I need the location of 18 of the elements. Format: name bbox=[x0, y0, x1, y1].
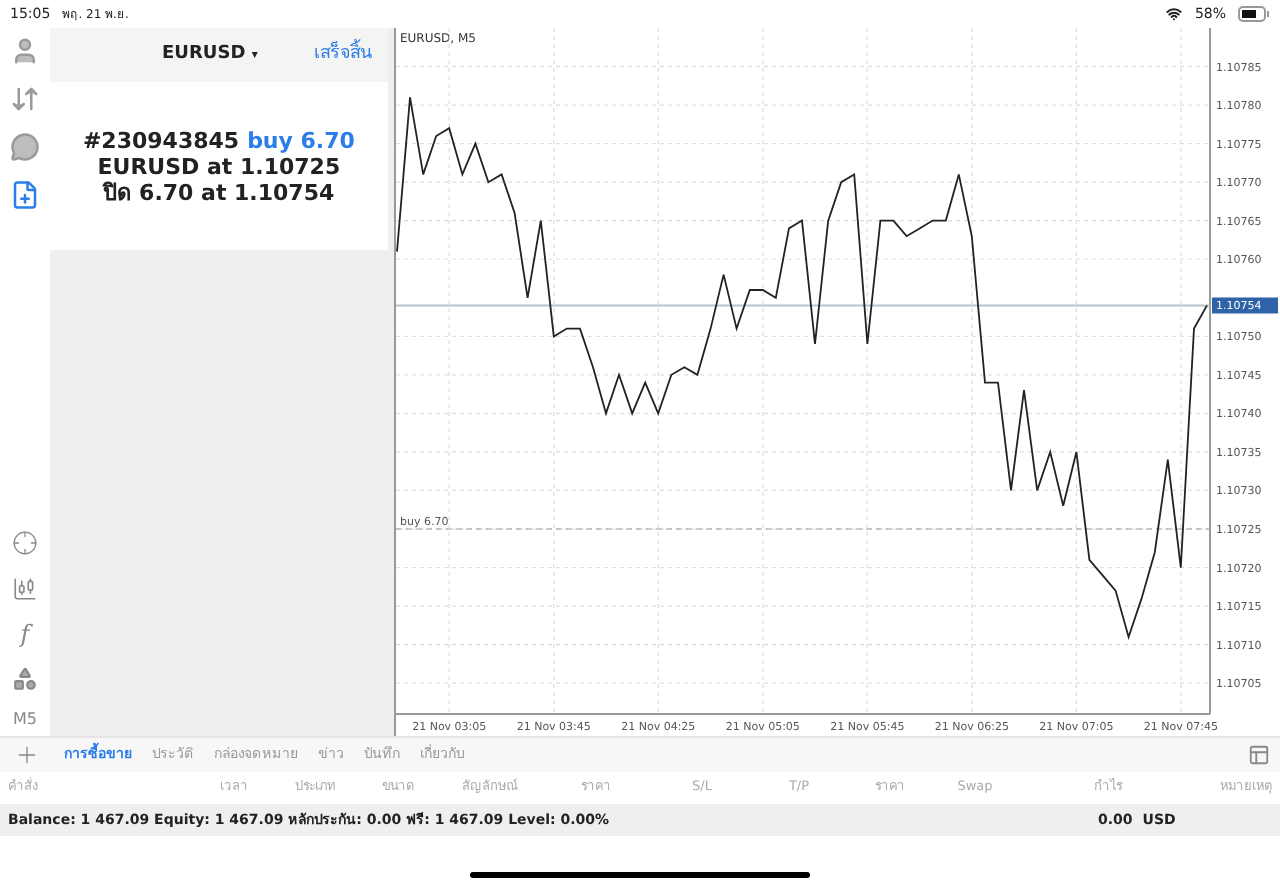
chat-icon[interactable] bbox=[9, 132, 40, 162]
order-action: buy 6.70 bbox=[247, 127, 355, 153]
user-icon[interactable] bbox=[9, 36, 40, 66]
add-icon[interactable] bbox=[14, 742, 40, 768]
indicators-button[interactable]: f bbox=[20, 622, 30, 646]
new-order-icon[interactable] bbox=[9, 180, 40, 210]
crosshair-icon[interactable] bbox=[11, 530, 38, 556]
battery-icon bbox=[1238, 6, 1270, 22]
order-number: #230943845 bbox=[82, 127, 240, 153]
shapes-icon[interactable] bbox=[11, 666, 38, 692]
timeframe-button[interactable]: M5 bbox=[12, 712, 37, 728]
close-price-text: ปิด 6.70 at 1.10754 bbox=[103, 179, 335, 205]
wifi-icon bbox=[1166, 6, 1183, 22]
done-button[interactable]: เสร็จสิ้น bbox=[314, 41, 372, 69]
transfer-arrows-icon[interactable] bbox=[9, 84, 40, 114]
layout-icon[interactable] bbox=[1248, 744, 1270, 766]
candlestick-icon[interactable] bbox=[11, 576, 38, 602]
open-price-text: EURUSD at 1.10725 bbox=[97, 153, 341, 179]
